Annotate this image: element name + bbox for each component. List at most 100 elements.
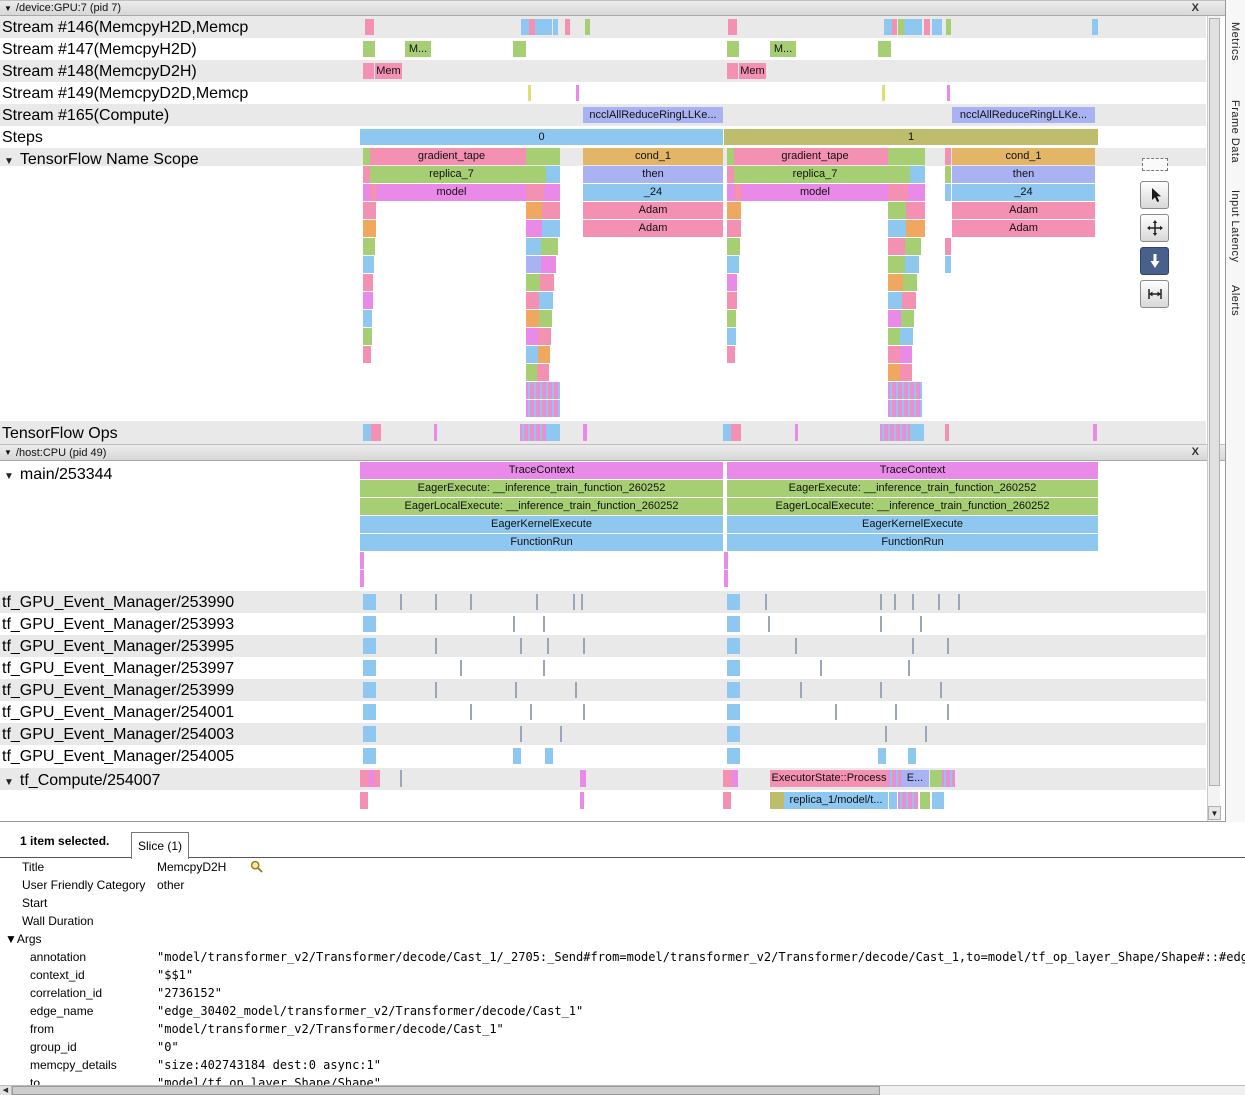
trace-slice[interactable]: [513, 41, 526, 57]
trace-slice[interactable]: [910, 424, 924, 441]
scroll-left-button[interactable]: ◀: [0, 1086, 12, 1095]
trace-slice[interactable]: [543, 616, 545, 632]
trace-slice[interactable]: ncclAllReduceRingLLKe...: [952, 107, 1095, 123]
trace-slice[interactable]: replica_1/model/t...: [784, 792, 888, 809]
trace-slice[interactable]: [1092, 19, 1098, 35]
trace-slice[interactable]: [526, 202, 542, 219]
trace-slice[interactable]: [734, 184, 742, 201]
trace-slice[interactable]: [925, 726, 927, 742]
trace-slice[interactable]: M...: [770, 41, 796, 57]
trace-slice[interactable]: [363, 748, 376, 764]
trace-slice[interactable]: [541, 256, 556, 273]
trace-slice[interactable]: [878, 41, 891, 57]
trace-slice[interactable]: TraceContext: [360, 462, 723, 479]
trace-slice[interactable]: ncclAllReduceRingLLKe...: [583, 107, 723, 123]
collapse-arrow-icon[interactable]: ▼: [4, 4, 12, 13]
trace-slice[interactable]: [888, 256, 905, 273]
expand-arrow-icon[interactable]: ▼: [4, 156, 14, 167]
trace-slice[interactable]: [888, 148, 925, 165]
trace-slice[interactable]: [727, 682, 740, 698]
trace-slice[interactable]: [400, 594, 402, 610]
trace-slice[interactable]: [365, 19, 374, 35]
trace-slice[interactable]: model: [377, 184, 526, 201]
trace-slice[interactable]: [734, 148, 742, 165]
trace-slice[interactable]: FunctionRun: [360, 534, 723, 551]
trace-slice[interactable]: [727, 726, 740, 742]
trace-slice[interactable]: [880, 616, 882, 632]
trace-slice[interactable]: [727, 238, 740, 255]
trace-slice[interactable]: E...: [901, 770, 929, 787]
pointer-tool-button[interactable]: [1140, 181, 1169, 209]
expand-arrow-icon[interactable]: ▼: [4, 777, 14, 788]
trace-slice[interactable]: [885, 726, 887, 742]
trace-slice[interactable]: [900, 328, 913, 345]
trace-slice[interactable]: [945, 256, 951, 273]
trace-slice[interactable]: [547, 638, 549, 654]
trace-slice[interactable]: [906, 202, 925, 219]
trace-slice[interactable]: [526, 382, 560, 399]
trace-slice[interactable]: [363, 256, 374, 273]
trace-slice[interactable]: [880, 682, 882, 698]
trace-slice[interactable]: [363, 346, 371, 363]
trace-slice[interactable]: [526, 310, 539, 327]
trace-slice[interactable]: [520, 424, 546, 441]
trace-slice[interactable]: [526, 328, 538, 345]
scroll-down-button[interactable]: ▼: [1208, 806, 1221, 820]
trace-slice[interactable]: [734, 166, 742, 183]
trace-slice[interactable]: [902, 292, 916, 309]
trace-slice[interactable]: [727, 748, 740, 764]
trace-slice[interactable]: [878, 748, 886, 764]
trace-slice[interactable]: [895, 704, 897, 720]
trace-slice[interactable]: [526, 364, 537, 381]
trace-slice[interactable]: [930, 770, 942, 787]
trace-slice[interactable]: [363, 424, 371, 441]
trace-slice[interactable]: Mem: [375, 63, 402, 79]
trace-slice[interactable]: [460, 660, 462, 676]
trace-slice[interactable]: [583, 424, 587, 441]
trace-slice[interactable]: [526, 148, 560, 165]
trace-slice[interactable]: [520, 726, 522, 742]
trace-slice[interactable]: [723, 770, 732, 787]
pan-tool-button[interactable]: [1140, 214, 1169, 242]
trace-slice[interactable]: then: [952, 166, 1095, 183]
trace-slice[interactable]: [363, 682, 376, 698]
trace-slice[interactable]: [894, 594, 896, 610]
trace-slice[interactable]: [731, 424, 741, 441]
close-panel-button[interactable]: X: [1188, 445, 1203, 460]
trace-slice[interactable]: [724, 570, 728, 587]
trace-slice[interactable]: [520, 638, 522, 654]
trace-slice[interactable]: [363, 274, 373, 291]
trace-slice[interactable]: [580, 770, 586, 787]
trace-slice[interactable]: [912, 638, 914, 654]
horizontal-scrollbar-thumb[interactable]: [12, 1086, 880, 1095]
trace-slice[interactable]: FunctionRun: [727, 534, 1098, 551]
trace-slice[interactable]: [583, 704, 585, 720]
trace-slice[interactable]: [575, 682, 577, 698]
trace-slice[interactable]: [539, 292, 553, 309]
expand-arrow-icon[interactable]: ▼: [4, 471, 14, 482]
trace-slice[interactable]: [544, 184, 560, 201]
trace-slice[interactable]: [543, 660, 545, 676]
trace-slice[interactable]: [526, 400, 560, 417]
trace-slice[interactable]: [906, 220, 925, 237]
trace-slice[interactable]: [942, 770, 955, 787]
vertical-scrollbar-thumb[interactable]: [1209, 18, 1220, 786]
trace-slice[interactable]: [530, 704, 532, 720]
trace-slice[interactable]: [360, 570, 364, 587]
trace-slice[interactable]: [540, 274, 554, 291]
trace-slice[interactable]: Mem: [739, 63, 766, 79]
trace-slice[interactable]: [560, 726, 562, 742]
horizontal-scrollbar[interactable]: ◀: [0, 1085, 1245, 1095]
trace-slice[interactable]: Adam: [952, 220, 1095, 237]
trace-slice[interactable]: [945, 424, 949, 441]
trace-slice[interactable]: replica_7: [377, 166, 526, 183]
trace-slice[interactable]: [727, 660, 740, 676]
trace-slice[interactable]: [920, 792, 930, 809]
trace-slice[interactable]: [889, 792, 897, 809]
trace-slice[interactable]: [526, 346, 538, 363]
trace-slice[interactable]: [727, 292, 737, 309]
trace-slice[interactable]: [370, 148, 377, 165]
trace-slice[interactable]: [363, 41, 375, 57]
trace-slice[interactable]: EagerLocalExecute: __inference_train_fun…: [360, 498, 723, 515]
trace-slice[interactable]: [800, 682, 802, 698]
